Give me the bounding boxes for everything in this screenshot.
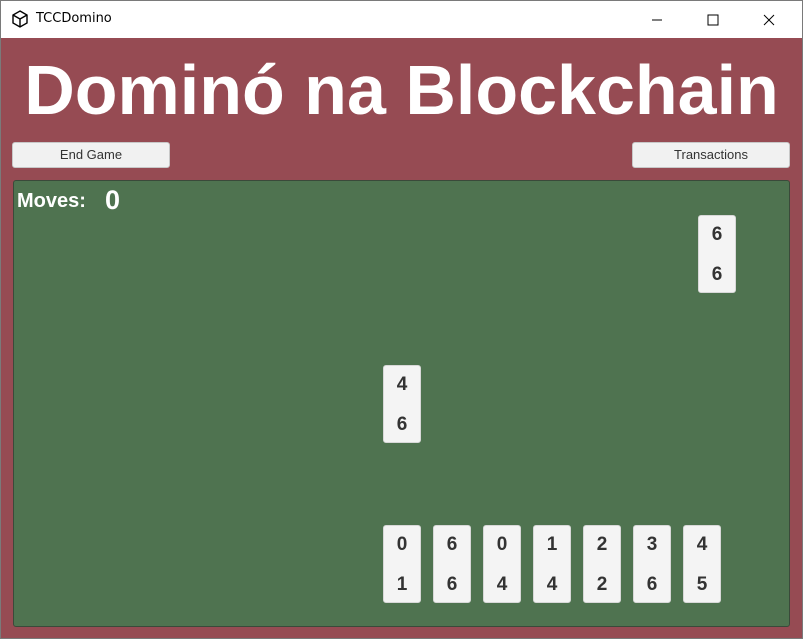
hand-tile[interactable]: 6 6 <box>433 525 471 603</box>
minimize-icon <box>652 19 662 21</box>
tile-top-value: 3 <box>646 534 658 555</box>
close-icon <box>763 14 775 26</box>
tile-bottom-value: 4 <box>496 574 508 595</box>
maximize-icon <box>707 14 719 26</box>
end-game-button[interactable]: End Game <box>12 142 170 168</box>
tile-bottom-value: 6 <box>446 574 458 595</box>
opponent-tile[interactable]: 6 6 <box>698 215 736 293</box>
tile-top-value: 6 <box>711 224 723 245</box>
tile-top-value: 6 <box>446 534 458 555</box>
tile-top-value: 0 <box>496 534 508 555</box>
tile-top-value: 4 <box>396 374 408 395</box>
board-tile: 4 6 <box>383 365 421 443</box>
hand-tile[interactable]: 3 6 <box>633 525 671 603</box>
tile-top-value: 2 <box>596 534 608 555</box>
tile-top-value: 0 <box>396 534 408 555</box>
tile-top-value: 4 <box>696 534 708 555</box>
hand-tile[interactable]: 0 4 <box>483 525 521 603</box>
tile-top-value: 1 <box>546 534 558 555</box>
unity-logo-icon <box>11 10 29 28</box>
hand-tile[interactable]: 2 2 <box>583 525 621 603</box>
maximize-button[interactable] <box>690 1 736 38</box>
moves-counter: 0 <box>105 185 121 215</box>
minimize-button[interactable] <box>634 1 680 38</box>
hand-tile[interactable]: 4 5 <box>683 525 721 603</box>
close-button[interactable] <box>746 1 792 38</box>
transactions-button[interactable]: Transactions <box>632 142 790 168</box>
page-title: Dominó na Blockchain <box>24 51 779 129</box>
app-window: TCCDomino Dominó na Blockchain End Game … <box>0 0 803 639</box>
title-bar[interactable]: TCCDomino <box>1 1 802 38</box>
hand-tile[interactable]: 0 1 <box>383 525 421 603</box>
tile-bottom-value: 2 <box>596 574 608 595</box>
tile-bottom-value: 1 <box>396 574 408 595</box>
moves-label: Moves: <box>17 190 86 212</box>
tile-bottom-value: 5 <box>696 574 708 595</box>
tile-bottom-value: 6 <box>396 414 408 435</box>
tile-bottom-value: 6 <box>646 574 658 595</box>
tile-bottom-value: 4 <box>546 574 558 595</box>
hand-tile[interactable]: 1 4 <box>533 525 571 603</box>
window-title: TCCDomino <box>36 11 112 26</box>
tile-bottom-value: 6 <box>711 264 723 285</box>
